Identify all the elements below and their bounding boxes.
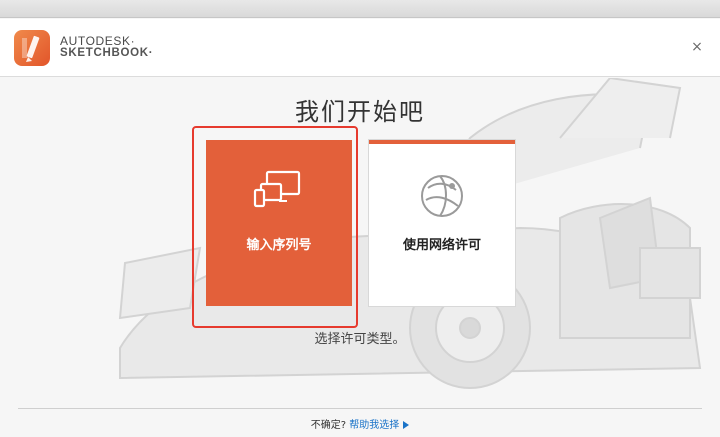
devices-icon xyxy=(206,168,352,216)
sketchbook-logo-icon xyxy=(14,30,50,66)
background-car-illustration xyxy=(118,78,702,389)
brand-name: AUTODESK· SKETCHBOOK· xyxy=(60,35,153,59)
footer: 不确定? 帮助我选择 xyxy=(0,416,720,431)
globe-icon xyxy=(369,172,515,220)
window-titlebar[interactable] xyxy=(0,0,720,18)
license-dialog: AUTODESK· SKETCHBOOK· × 我们开始吧 输入序列号 使用网络… xyxy=(0,0,720,437)
network-license-label: 使用网络许可 xyxy=(402,238,481,253)
brand-line-1: AUTODESK· xyxy=(60,34,136,48)
enter-serial-number-option[interactable]: 输入序列号 xyxy=(206,140,352,306)
page-title: 我们开始吧 xyxy=(295,98,425,126)
play-arrow-icon[interactable] xyxy=(403,421,410,429)
enter-serial-number-label: 输入序列号 xyxy=(246,238,312,253)
help-me-choose-link[interactable]: 帮助我选择 xyxy=(349,420,399,431)
brand-line-2: SKETCHBOOK· xyxy=(60,47,154,59)
footer-divider xyxy=(18,408,702,409)
dialog-header: AUTODESK· SKETCHBOOK· xyxy=(0,19,720,77)
footer-question: 不确定? xyxy=(310,420,347,431)
license-type-instruction: 选择许可类型。 xyxy=(314,332,406,347)
network-license-option[interactable]: 使用网络许可 xyxy=(369,140,515,306)
close-icon[interactable]: × xyxy=(690,40,704,54)
